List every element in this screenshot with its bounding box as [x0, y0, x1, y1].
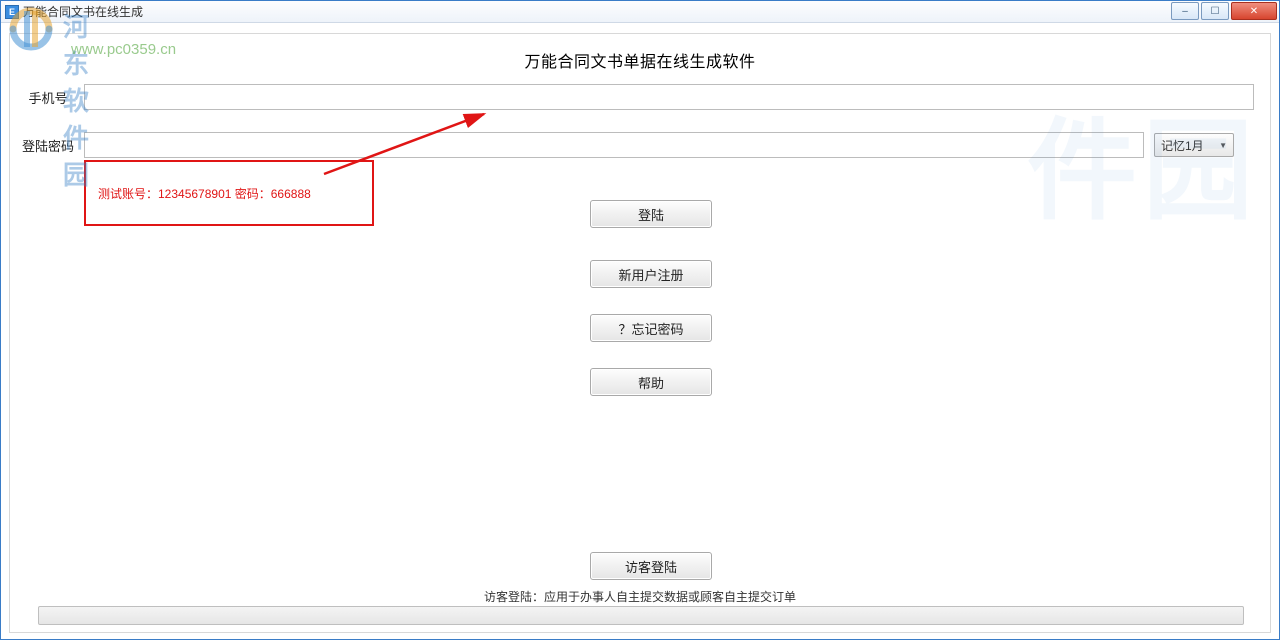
app-icon: E: [5, 5, 19, 19]
close-button[interactable]: ✕: [1231, 2, 1277, 20]
window-controls: – ☐ ✕: [1171, 2, 1277, 20]
forgot-password-button[interactable]: ？忘记密码: [590, 314, 712, 342]
chevron-down-icon: ▼: [1219, 141, 1227, 150]
register-button[interactable]: 新用户注册: [590, 260, 712, 288]
app-window: E 万能合同文书在线生成 – ☐ ✕ 万能合同文书单据在线生成软件 手机号 登陆…: [0, 0, 1280, 640]
minimize-button[interactable]: –: [1171, 2, 1199, 20]
phone-row: 手机号: [18, 84, 1264, 110]
password-row: 登陆密码 记忆1月 ▼: [18, 132, 1264, 158]
password-input[interactable]: [84, 132, 1144, 158]
remember-select[interactable]: 记忆1月 ▼: [1154, 133, 1234, 157]
content-frame: 万能合同文书单据在线生成软件 手机号 登陆密码 记忆1月 ▼ 测试账号：1234…: [9, 33, 1271, 633]
guest-login-button[interactable]: 访客登陆: [590, 552, 712, 580]
page-title: 万能合同文书单据在线生成软件: [10, 34, 1270, 72]
test-credentials-box: 测试账号：12345678901 密码：666888: [84, 160, 374, 226]
password-label: 登陆密码: [18, 136, 78, 155]
titlebar: E 万能合同文书在线生成 – ☐ ✕: [1, 1, 1279, 23]
remember-selected-value: 记忆1月: [1161, 137, 1204, 154]
maximize-button[interactable]: ☐: [1201, 2, 1229, 20]
help-button[interactable]: 帮助: [590, 368, 712, 396]
test-credentials-text: 测试账号：12345678901 密码：666888: [98, 185, 311, 202]
phone-input[interactable]: [84, 84, 1254, 110]
footer-note: 访客登陆：应用于办事人自主提交数据或顾客自主提交订单: [10, 588, 1270, 605]
progress-bar: [38, 606, 1244, 625]
window-title: 万能合同文书在线生成: [23, 3, 143, 20]
login-button[interactable]: 登陆: [590, 200, 712, 228]
phone-label: 手机号: [18, 88, 78, 107]
